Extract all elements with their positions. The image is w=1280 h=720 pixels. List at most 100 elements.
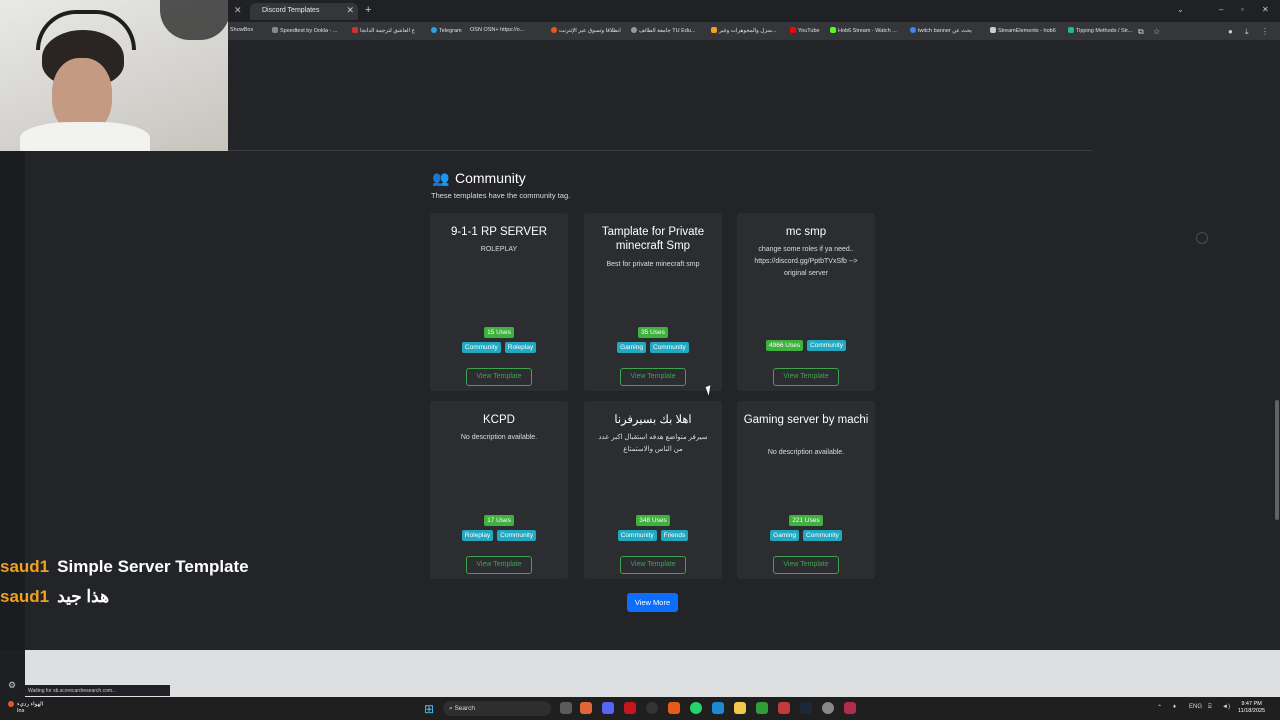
template-card: اهلا بك بسيرفرنا سيرفر متواضع هدفه استقب… bbox=[584, 401, 722, 579]
whatsapp-icon[interactable] bbox=[690, 702, 702, 714]
close-prev-tab-icon[interactable]: ✕ bbox=[234, 5, 242, 16]
taskbar-clock[interactable]: 9:47 PM 11/18/2025 bbox=[1238, 701, 1265, 715]
weather-widget[interactable]: الهواء رديء Ins bbox=[8, 701, 43, 715]
page-footer bbox=[25, 650, 1280, 697]
shop-icon bbox=[551, 27, 557, 33]
bookmark-7[interactable]: منزل والمجوهرات وغير... bbox=[711, 27, 777, 34]
gear-icon[interactable]: ⚙ bbox=[8, 680, 16, 691]
app-green-icon[interactable] bbox=[756, 702, 768, 714]
bookmark-5[interactable]: انطلاقا وتسوق عبر الإنترنت bbox=[551, 27, 621, 34]
volume-icon[interactable]: ◄) bbox=[1222, 704, 1230, 710]
card-title: mc smp bbox=[785, 226, 827, 238]
template-card: mc smp change some roles if ya need.. ht… bbox=[737, 213, 875, 391]
new-tab-icon[interactable]: + bbox=[365, 4, 371, 16]
kick-icon bbox=[830, 27, 836, 33]
clock-time: 9:47 PM bbox=[1241, 701, 1262, 707]
tag-badge: Community bbox=[649, 342, 689, 353]
windows-start-icon[interactable]: ⊞ bbox=[424, 702, 434, 716]
install-app-icon[interactable]: ⧉ bbox=[1138, 27, 1144, 37]
bookmark-label: Tipping Methods / Str... bbox=[1076, 28, 1133, 34]
tag-badge: Community bbox=[617, 530, 657, 541]
view-template-button[interactable]: View Template bbox=[620, 368, 686, 386]
tag-row: Gaming Community bbox=[584, 342, 722, 353]
bookmark-1[interactable]: Speedtest by Ookla - ... bbox=[272, 27, 337, 34]
chat-username: saud1 bbox=[0, 557, 50, 576]
task-view-icon[interactable] bbox=[560, 702, 572, 714]
card-title: 9-1-1 RP SERVER bbox=[450, 226, 548, 238]
bookmark-label: جامعة الطائف TU Edu... bbox=[639, 28, 696, 34]
weather-icon bbox=[8, 701, 14, 707]
minimize-icon[interactable]: – bbox=[1219, 5, 1223, 14]
network-icon[interactable]: ⌸ bbox=[1208, 704, 1212, 711]
card-title: اهلا بك بسيرفرنا bbox=[614, 414, 692, 426]
tray-chevron-icon[interactable]: ⌃ bbox=[1157, 704, 1162, 711]
scrollbar-thumb[interactable] bbox=[1275, 400, 1279, 520]
settings-app-icon[interactable] bbox=[822, 702, 834, 714]
language-indicator[interactable]: ENG bbox=[1189, 704, 1202, 710]
view-template-button[interactable]: View Template bbox=[773, 556, 839, 574]
chat-message: saud1 هذا جيد bbox=[0, 587, 109, 607]
tag-badge: Gaming bbox=[770, 530, 799, 541]
maximize-icon[interactable]: ▫ bbox=[1241, 5, 1244, 14]
store-icon bbox=[711, 27, 717, 33]
file-explorer-icon[interactable] bbox=[734, 702, 746, 714]
bookmark-9[interactable]: Hob6 Stream - Watch ... bbox=[830, 27, 897, 34]
extension-icon[interactable]: ● bbox=[1228, 27, 1233, 36]
bookmark-3[interactable]: Telegram bbox=[431, 27, 462, 34]
tag-row: Community Friends bbox=[584, 530, 722, 541]
card-description: سيرفر متواضع هدفه استقبال اكبر عدد من ال… bbox=[598, 434, 708, 453]
card-description: ROLEPLAY bbox=[480, 246, 518, 253]
obs-icon[interactable] bbox=[646, 702, 658, 714]
download-icon[interactable]: ⤓ bbox=[1245, 27, 1249, 37]
bookmark-label: Hob6 Stream - Watch ... bbox=[838, 28, 897, 34]
view-template-button[interactable]: View Template bbox=[620, 556, 686, 574]
tab-discord-templates[interactable]: Discord Templates ✕ bbox=[250, 3, 358, 20]
tray-app-icon[interactable]: ♦ bbox=[1173, 704, 1176, 710]
chat-text: Simple Server Template bbox=[57, 557, 249, 576]
firefox-icon[interactable] bbox=[580, 702, 592, 714]
view-template-button[interactable]: View Template bbox=[466, 556, 532, 574]
youtube-icon bbox=[790, 27, 796, 33]
manga-icon bbox=[352, 27, 358, 33]
app-red-icon[interactable] bbox=[624, 702, 636, 714]
card-title: Tamplate for Private minecraft Smp bbox=[601, 226, 705, 252]
card-description: Best for private minecraft smp bbox=[606, 261, 700, 268]
tag-badge: Community bbox=[497, 530, 537, 541]
browser-status-bar: Waiting for sb.scorecardresearch.com... bbox=[25, 685, 170, 696]
app-extension-icon[interactable] bbox=[778, 702, 790, 714]
weather-text: الهواء رديء bbox=[17, 701, 44, 708]
taskbar-search-label: Search bbox=[454, 705, 476, 712]
view-more-button[interactable]: View More bbox=[627, 593, 678, 612]
view-template-button[interactable]: View Template bbox=[466, 368, 532, 386]
bookmark-label: YouTube bbox=[798, 28, 820, 34]
taskbar-search[interactable]: ⌕ Search bbox=[443, 701, 551, 716]
uses-row: 221 Uses bbox=[737, 515, 875, 526]
bookmark-4[interactable]: OSN OSN+ https://o... bbox=[470, 27, 524, 33]
bookmark-2[interactable]: ع العاشق لترجمة الدانجا bbox=[352, 27, 415, 34]
chat-username: saud1 bbox=[0, 587, 50, 606]
bookmark-star-icon[interactable]: ☆ bbox=[1153, 27, 1160, 36]
app-pink-icon[interactable] bbox=[844, 702, 856, 714]
headset-icon bbox=[36, 10, 136, 50]
uses-badge: 35 Uses bbox=[638, 327, 668, 338]
app-orange-icon[interactable] bbox=[668, 702, 680, 714]
close-tab-icon[interactable]: ✕ bbox=[346, 5, 354, 16]
card-description: No description available. bbox=[767, 449, 845, 456]
bookmark-10[interactable]: twitch banner يحث عن bbox=[910, 27, 972, 34]
steam-icon[interactable] bbox=[800, 702, 812, 714]
section-title: Community bbox=[455, 170, 526, 186]
view-template-button[interactable]: View Template bbox=[773, 368, 839, 386]
edge-icon[interactable] bbox=[712, 702, 724, 714]
tag-badge: Roleplay bbox=[504, 342, 537, 353]
bookmark-6[interactable]: جامعة الطائف TU Edu... bbox=[631, 27, 696, 34]
bookmark-11[interactable]: StreamElements - hob6 bbox=[990, 27, 1056, 34]
tag-badge: Community bbox=[461, 342, 501, 353]
bookmark-0[interactable]: ShowBox bbox=[230, 27, 253, 33]
template-card: Tamplate for Private minecraft Smp Best … bbox=[584, 213, 722, 391]
tab-search-icon[interactable]: ⌄ bbox=[1177, 5, 1184, 14]
bookmark-12[interactable]: Tipping Methods / Str... bbox=[1068, 27, 1132, 34]
bookmark-8[interactable]: YouTube bbox=[790, 27, 820, 34]
discord-icon[interactable] bbox=[602, 702, 614, 714]
menu-icon[interactable]: ⋮ bbox=[1261, 27, 1269, 36]
close-window-icon[interactable]: ✕ bbox=[1262, 5, 1269, 14]
